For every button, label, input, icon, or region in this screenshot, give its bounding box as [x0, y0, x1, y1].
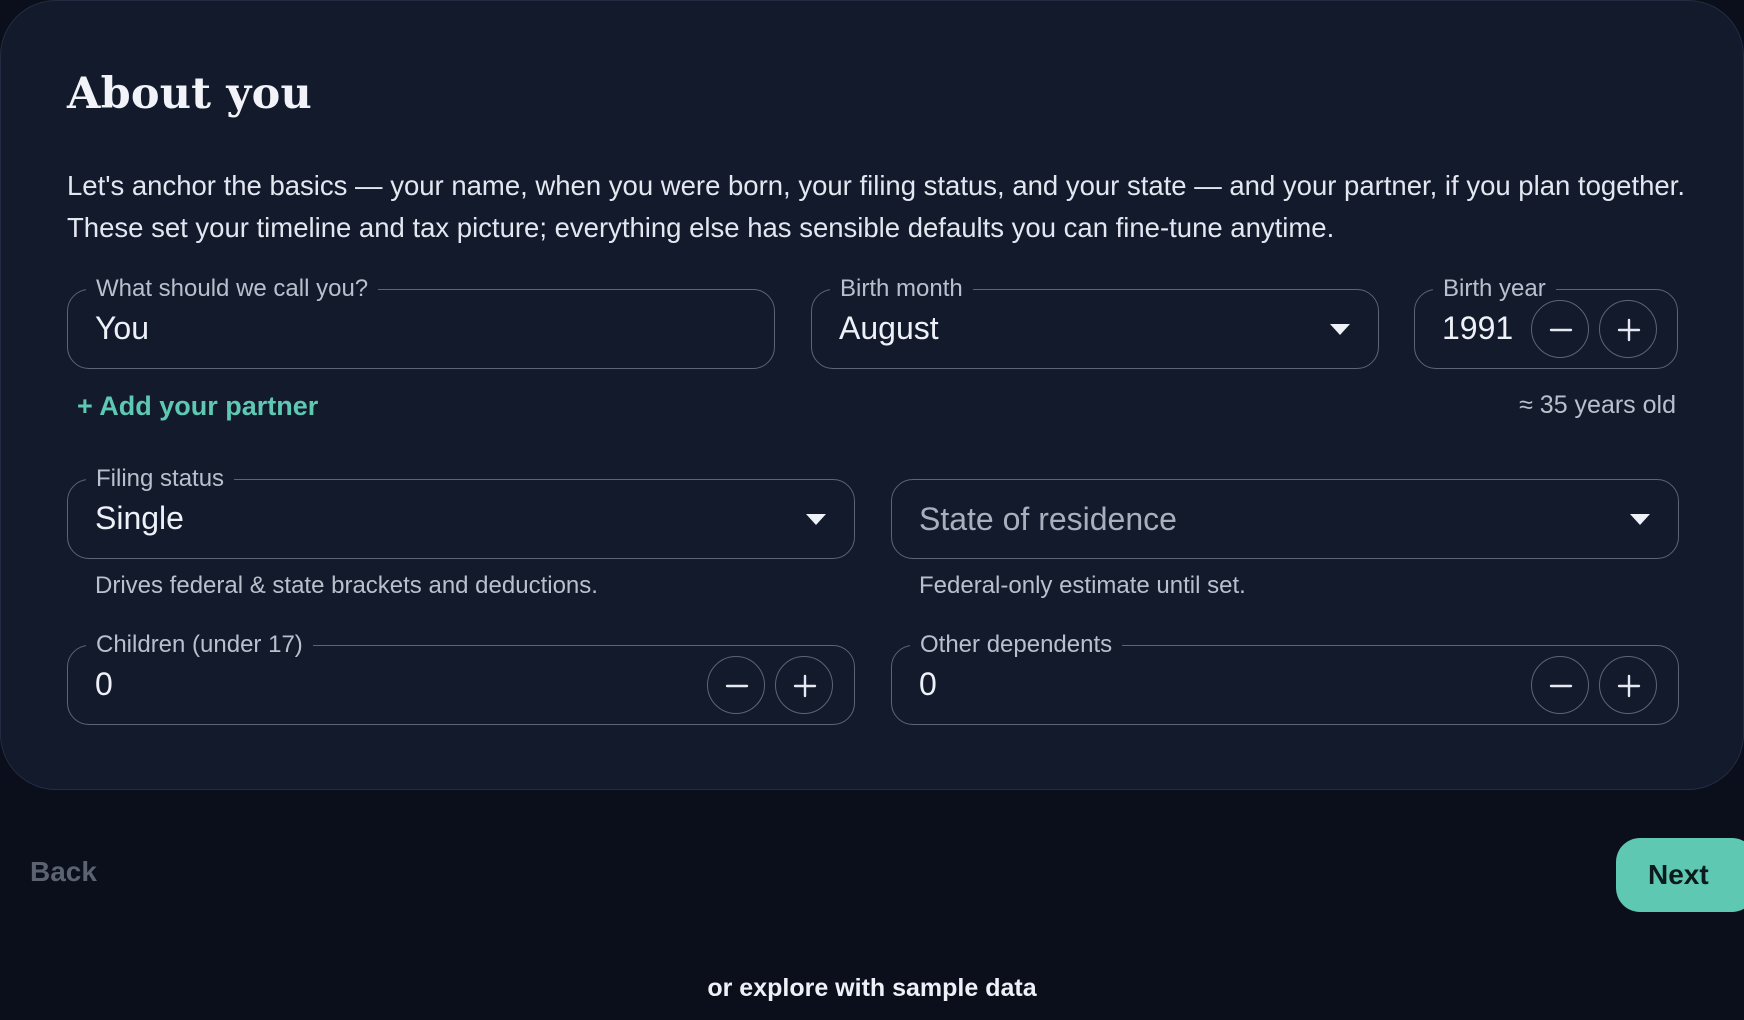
minus-icon [725, 684, 749, 688]
state-placeholder: State of residence [919, 501, 1177, 537]
filing-status-value: Single [95, 500, 184, 536]
birth-year-increment-button[interactable] [1599, 300, 1657, 358]
children-value: 0 [95, 666, 113, 702]
name-field-value: You [95, 310, 149, 346]
page-title: About you [67, 69, 312, 119]
dependents-label: Other dependents [910, 629, 1123, 661]
dependents-stepper[interactable]: Other dependents 0 [891, 629, 1679, 725]
explore-sample-data-link[interactable]: or explore with sample data [0, 974, 1744, 1003]
state-select[interactable]: State of residence [891, 479, 1679, 559]
add-partner-button[interactable]: + Add your partner [77, 391, 318, 422]
filing-status-helper: Drives federal & state brackets and dedu… [95, 572, 598, 599]
plus-icon [793, 674, 817, 698]
name-field[interactable]: What should we call you? You [67, 273, 775, 369]
birth-year-stepper[interactable]: Birth year 1991 [1414, 273, 1678, 369]
chevron-down-icon [1330, 324, 1350, 335]
minus-icon [1549, 328, 1573, 332]
about-you-card: About you Let's anchor the basics — your… [0, 0, 1744, 790]
plus-icon [1617, 674, 1641, 698]
chevron-down-icon [1630, 514, 1650, 525]
back-button[interactable]: Back [30, 856, 97, 888]
intro-text: Let's anchor the basics — your name, whe… [67, 170, 1685, 243]
chevron-down-icon [806, 514, 826, 525]
dependents-value: 0 [919, 666, 937, 702]
children-decrement-button[interactable] [707, 656, 765, 714]
dependents-decrement-button[interactable] [1531, 656, 1589, 714]
children-stepper[interactable]: Children (under 17) 0 [67, 629, 855, 725]
minus-icon [1549, 684, 1573, 688]
age-note: ≈ 35 years old [1519, 391, 1676, 419]
next-button[interactable]: Next [1616, 838, 1744, 912]
children-label: Children (under 17) [86, 629, 313, 661]
filing-status-label: Filing status [86, 463, 235, 495]
birth-year-decrement-button[interactable] [1531, 300, 1589, 358]
birth-month-value: August [839, 310, 939, 346]
state-helper: Federal-only estimate until set. [919, 572, 1246, 599]
filing-status-select[interactable]: Filing status Single [67, 463, 855, 559]
birth-month-select[interactable]: Birth month August [811, 273, 1379, 369]
birth-year-value: 1991 [1442, 310, 1514, 346]
dependents-increment-button[interactable] [1599, 656, 1657, 714]
children-increment-button[interactable] [775, 656, 833, 714]
plus-icon [1617, 318, 1641, 342]
birth-month-label: Birth month [830, 273, 973, 305]
name-field-label: What should we call you? [86, 273, 379, 305]
